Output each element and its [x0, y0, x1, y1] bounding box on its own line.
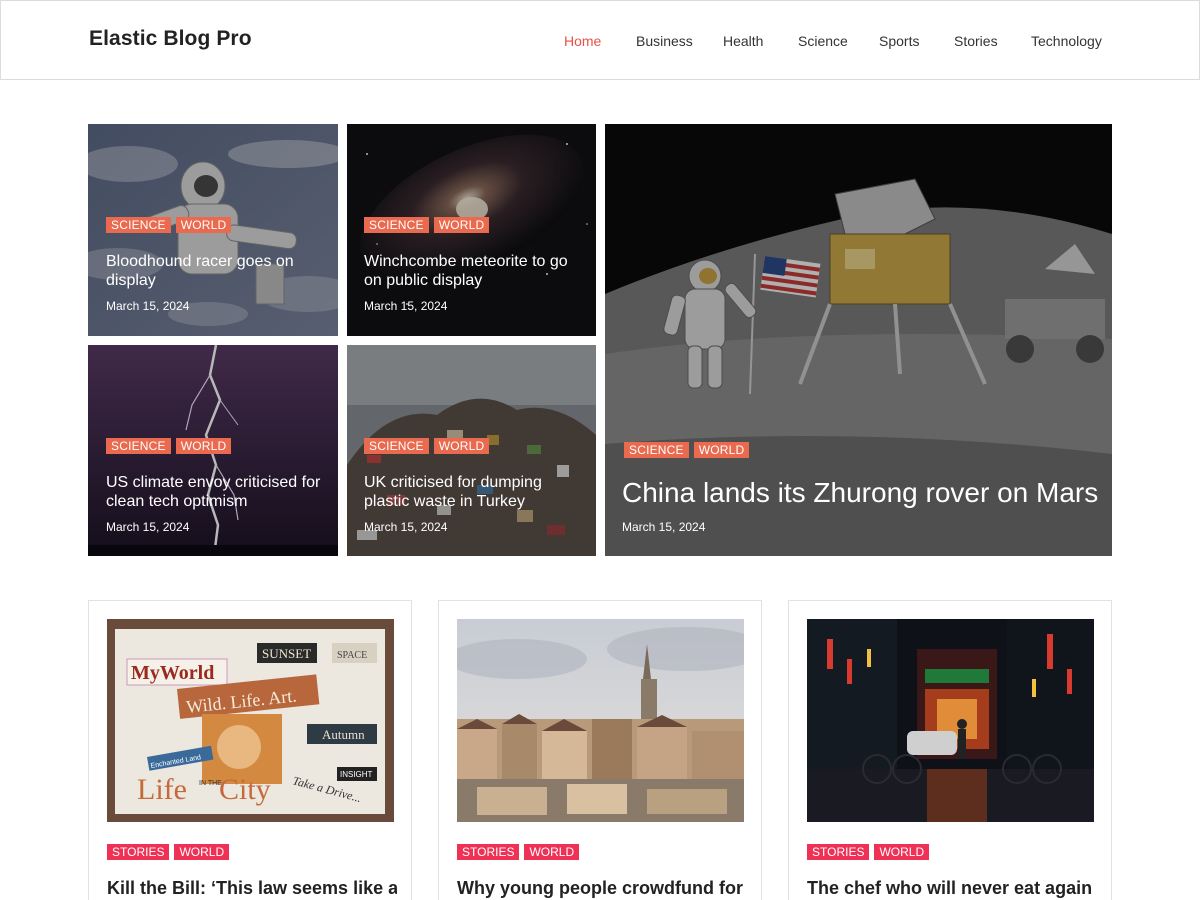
featured-post-1[interactable]: SCIENCE WORLD Bloodhound racer goes on d…: [88, 124, 338, 336]
post-tags: SCIENCE WORLD: [106, 217, 232, 233]
card-image-link[interactable]: [457, 619, 744, 822]
post-tags: SCIENCE WORLD: [624, 442, 750, 458]
card-image-link[interactable]: [807, 619, 1094, 822]
collage-autumn: Autumn: [322, 727, 365, 742]
nav-item-business[interactable]: Business: [636, 33, 693, 49]
main-nav: Home Business Health Science Sports Stor…: [1, 33, 1200, 53]
nav-item-health[interactable]: Health: [723, 33, 763, 49]
tag-world[interactable]: WORLD: [524, 844, 580, 860]
post-date: March 15, 2024: [106, 299, 190, 313]
post-date: March 15, 2024: [106, 520, 190, 534]
tag-stories[interactable]: STORIES: [107, 844, 170, 860]
post-card-2: STORIES WORLD Why young people crowdfund…: [438, 600, 762, 900]
post-title[interactable]: The chef who will never eat again: [807, 878, 1097, 899]
tag-world[interactable]: WORLD: [693, 442, 750, 458]
post-tags: STORIES WORLD: [807, 844, 930, 860]
post-title[interactable]: Kill the Bill: ‘This law seems like a: [107, 878, 397, 899]
tag-world[interactable]: WORLD: [433, 438, 490, 454]
nav-item-sports[interactable]: Sports: [879, 33, 919, 49]
post-tags: SCIENCE WORLD: [364, 438, 490, 454]
tag-science[interactable]: SCIENCE: [364, 438, 429, 454]
tag-science[interactable]: SCIENCE: [624, 442, 689, 458]
site-header: Elastic Blog Pro Home Business Health Sc…: [0, 0, 1200, 80]
collage-insight: INSIGHT: [340, 770, 373, 779]
tag-science[interactable]: SCIENCE: [106, 438, 171, 454]
post-title[interactable]: Why young people crowdfund for: [457, 878, 747, 899]
featured-post-2[interactable]: SCIENCE WORLD Winchcombe meteorite to go…: [347, 124, 596, 336]
card-image-cityscape: [457, 619, 744, 822]
nav-item-home[interactable]: Home: [564, 33, 601, 49]
post-tags: SCIENCE WORLD: [364, 217, 490, 233]
post-date: March 15, 2024: [622, 520, 706, 534]
tag-world[interactable]: WORLD: [175, 438, 232, 454]
featured-post-4[interactable]: SCIENCE WORLD UK criticised for dumping …: [347, 345, 596, 556]
card-image-night-street: [807, 619, 1094, 822]
tag-world[interactable]: WORLD: [433, 217, 490, 233]
nav-item-stories[interactable]: Stories: [954, 33, 998, 49]
tag-stories[interactable]: STORIES: [807, 844, 870, 860]
post-title[interactable]: UK criticised for dumping plastic waste …: [364, 473, 586, 511]
post-title[interactable]: China lands its Zhurong rover on Mars: [622, 476, 1102, 510]
collage-myworld: MyWorld: [131, 662, 214, 684]
nav-item-science[interactable]: Science: [798, 33, 848, 49]
post-card-3: STORIES WORLD The chef who will never ea…: [788, 600, 1112, 900]
tag-world[interactable]: WORLD: [874, 844, 930, 860]
tag-world[interactable]: WORLD: [175, 217, 232, 233]
card-image-link[interactable]: SUNSET SPACE MyWorld Wild. Life. Art. Au…: [107, 619, 394, 822]
post-date: March 15, 2024: [364, 299, 448, 313]
nav-item-technology[interactable]: Technology: [1031, 33, 1102, 49]
collage-space: SPACE: [337, 650, 367, 661]
post-tags: SCIENCE WORLD: [106, 438, 232, 454]
tag-world[interactable]: WORLD: [174, 844, 230, 860]
card-image-collage: SUNSET SPACE MyWorld Wild. Life. Art. Au…: [107, 619, 394, 822]
post-tags: STORIES WORLD: [107, 844, 230, 860]
post-date: March 15, 2024: [364, 520, 448, 534]
post-card-1: SUNSET SPACE MyWorld Wild. Life. Art. Au…: [88, 600, 412, 900]
post-title[interactable]: Bloodhound racer goes on display: [106, 252, 326, 290]
post-tags: STORIES WORLD: [457, 844, 580, 860]
post-title[interactable]: US climate envoy criticised for clean te…: [106, 473, 328, 511]
tag-science[interactable]: SCIENCE: [106, 217, 171, 233]
tag-stories[interactable]: STORIES: [457, 844, 520, 860]
post-title[interactable]: Winchcombe meteorite to go on public dis…: [364, 252, 586, 290]
collage-city: City: [219, 773, 271, 806]
collage-sunset: SUNSET: [262, 646, 311, 661]
collage-life: Life: [137, 773, 187, 806]
featured-post-main[interactable]: SCIENCE WORLD China lands its Zhurong ro…: [605, 124, 1112, 556]
featured-post-3[interactable]: SCIENCE WORLD US climate envoy criticise…: [88, 345, 338, 556]
tag-science[interactable]: SCIENCE: [364, 217, 429, 233]
